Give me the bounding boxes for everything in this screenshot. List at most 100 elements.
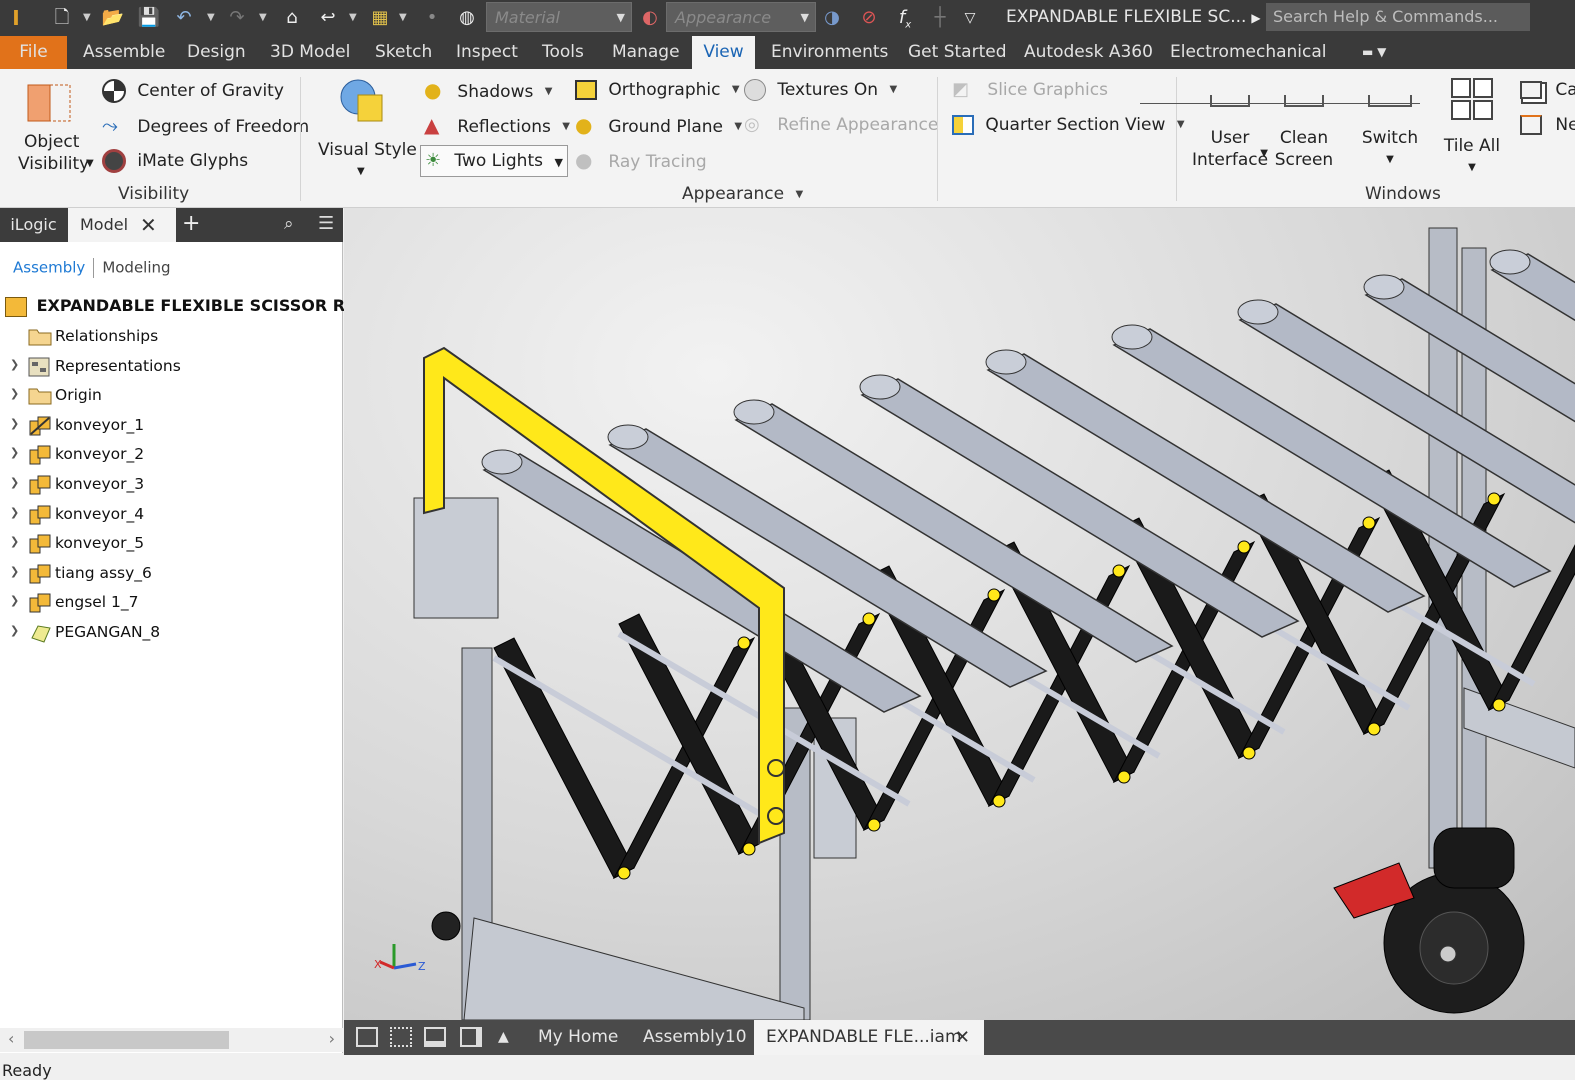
scrollbar-thumb[interactable] bbox=[24, 1031, 229, 1049]
tree-item-label: Origin bbox=[55, 386, 102, 405]
tab-manage[interactable]: Manage bbox=[612, 36, 680, 69]
center-of-gravity-button[interactable]: Center of Gravity bbox=[102, 79, 284, 103]
open-folder-icon[interactable]: 📂 bbox=[101, 6, 125, 30]
ribbon-display-toggle-icon[interactable]: ▬ ▼ bbox=[1362, 36, 1386, 69]
clean-screen-button[interactable]: Clean Screen bbox=[1274, 95, 1334, 177]
chevron-down-icon[interactable]: ▼ bbox=[83, 12, 91, 23]
user-interface-label-2: Interface bbox=[1191, 150, 1269, 170]
assembly-model-render[interactable]: Z X bbox=[344, 208, 1575, 1020]
search-icon[interactable]: ⌕ bbox=[284, 214, 294, 234]
select-priority-icon[interactable]: ▦ bbox=[368, 6, 392, 30]
appearance-ball-icon[interactable]: ◍ bbox=[455, 6, 479, 30]
return-icon[interactable]: ↩ bbox=[316, 6, 340, 30]
save-icon[interactable]: 💾 bbox=[137, 6, 161, 30]
shadows-button[interactable]: ● Shadows ▼ bbox=[424, 79, 552, 103]
expand-chevron-icon[interactable]: ❯ bbox=[10, 565, 19, 578]
adjust-appearance-icon[interactable]: ◑ bbox=[820, 6, 844, 30]
expand-chevron-icon[interactable]: ❯ bbox=[10, 594, 19, 607]
tile-windows-icon[interactable] bbox=[390, 1027, 412, 1047]
tab-view[interactable]: View bbox=[692, 36, 755, 69]
chevron-down-icon[interactable]: ▼ bbox=[349, 12, 357, 23]
expand-chevron-icon[interactable]: ❯ bbox=[10, 624, 19, 637]
tab-ilogic[interactable]: iLogic bbox=[0, 208, 67, 242]
quarter-section-view-button[interactable]: Quarter Section View ▼ bbox=[952, 114, 1185, 136]
undo-icon[interactable]: ↶ bbox=[172, 6, 196, 30]
object-visibility-button[interactable]: Object Visibility ▼ bbox=[14, 77, 94, 181]
tab-file[interactable]: File bbox=[0, 36, 67, 69]
textures-on-button[interactable]: Textures On ▼ bbox=[744, 79, 897, 101]
clear-appearance-icon[interactable]: ⊘ bbox=[857, 6, 881, 30]
imate-glyphs-button[interactable]: iMate Glyphs bbox=[102, 149, 248, 173]
chevron-down-icon[interactable]: ▼ bbox=[259, 12, 267, 23]
visual-style-button[interactable]: Visual Style ▼ bbox=[314, 77, 417, 177]
add-panel-icon[interactable]: + bbox=[182, 211, 200, 236]
orthographic-button[interactable]: Orthographic ▼ bbox=[575, 79, 740, 101]
measure-icon[interactable]: ┼ bbox=[928, 6, 952, 30]
update-icon[interactable]: • bbox=[420, 6, 444, 30]
expand-chevron-icon[interactable]: ❯ bbox=[10, 446, 19, 459]
tab-3d-model[interactable]: 3D Model bbox=[270, 36, 350, 69]
close-icon[interactable]: ✕ bbox=[955, 1020, 970, 1055]
tile-vertical-icon[interactable] bbox=[460, 1027, 482, 1047]
cascade-windows-icon[interactable] bbox=[356, 1027, 378, 1047]
expand-chevron-icon[interactable]: ❯ bbox=[10, 387, 19, 400]
tab-tools[interactable]: Tools bbox=[542, 36, 584, 69]
tab-get-started[interactable]: Get Started bbox=[908, 36, 1006, 69]
chevron-down-icon[interactable]: ▼ bbox=[207, 12, 215, 23]
tile-horizontal-icon[interactable] bbox=[424, 1027, 446, 1047]
material-dropdown[interactable]: Material ▼ bbox=[486, 2, 632, 32]
expand-chevron-icon[interactable]: ❯ bbox=[10, 535, 19, 548]
arrange-up-icon[interactable]: ▲ bbox=[498, 1020, 509, 1055]
expand-chevron-icon[interactable]: ❯ bbox=[10, 417, 19, 430]
chevron-down-icon[interactable]: ▼ bbox=[399, 12, 407, 23]
chevron-down-icon: ▼ bbox=[357, 166, 365, 177]
refine-appearance-button[interactable]: ◎ Refine Appearance bbox=[744, 114, 938, 136]
search-help-input[interactable]: Search Help & Commands... bbox=[1266, 3, 1530, 31]
color-wheel-icon[interactable]: ◐ bbox=[638, 6, 662, 30]
switch-button[interactable]: Switch ▼ bbox=[1358, 95, 1422, 177]
modeling-link[interactable]: Modeling bbox=[102, 259, 170, 277]
tab-autodesk-a360[interactable]: Autodesk A360 bbox=[1024, 36, 1153, 69]
caret-right-icon[interactable]: ▶ bbox=[1244, 6, 1268, 30]
tab-assemble[interactable]: Assemble bbox=[83, 36, 165, 69]
redo-icon[interactable]: ↷ bbox=[225, 6, 249, 30]
ground-plane-button[interactable]: ● Ground Plane ▼ bbox=[575, 114, 742, 138]
tile-all-button[interactable]: Tile All ▼ bbox=[1440, 77, 1504, 177]
customize-qat-icon[interactable]: ▽ bbox=[958, 6, 982, 30]
expand-chevron-icon[interactable]: ❯ bbox=[10, 358, 19, 371]
hamburger-menu-icon[interactable]: ☰ bbox=[318, 213, 334, 234]
parameters-fx-icon[interactable]: fx bbox=[893, 6, 917, 31]
tab-active-document[interactable]: EXPANDABLE FLE...iam ✕ bbox=[754, 1020, 984, 1055]
slice-graphics-button[interactable]: ◩ Slice Graphics bbox=[952, 79, 1108, 101]
chevron-down-icon: ▼ bbox=[554, 156, 563, 169]
app-logo-icon[interactable]: I bbox=[4, 6, 28, 30]
user-interface-button[interactable]: User Interface ▼ bbox=[1190, 95, 1270, 177]
scroll-right-icon[interactable]: › bbox=[329, 1029, 335, 1048]
degrees-of-freedom-button[interactable]: ⤳ Degrees of Freedom bbox=[102, 114, 309, 138]
new-window-button[interactable]: Ne bbox=[1520, 114, 1575, 136]
tab-sketch[interactable]: Sketch bbox=[375, 36, 432, 69]
appearance-group-label[interactable]: Appearance ▼ bbox=[682, 184, 803, 204]
assembly-link[interactable]: Assembly bbox=[13, 259, 85, 277]
tab-design[interactable]: Design bbox=[187, 36, 246, 69]
tab-electromechanical[interactable]: Electromechanical bbox=[1170, 36, 1327, 69]
close-icon[interactable]: ✕ bbox=[140, 208, 160, 242]
tab-inspect[interactable]: Inspect bbox=[456, 36, 518, 69]
tab-assembly10[interactable]: Assembly10 bbox=[643, 1020, 747, 1055]
home-icon[interactable]: ⌂ bbox=[280, 6, 304, 30]
reflections-button[interactable]: ▲ Reflections ▼ bbox=[424, 114, 570, 138]
cascade-button[interactable]: Ca bbox=[1520, 79, 1575, 101]
expand-chevron-icon[interactable]: ❯ bbox=[10, 506, 19, 519]
tab-environments[interactable]: Environments bbox=[771, 36, 888, 69]
scroll-left-icon[interactable]: ‹ bbox=[8, 1029, 14, 1048]
new-file-icon[interactable]: 🗋 bbox=[50, 6, 74, 30]
appearance-dropdown[interactable]: Appearance ▼ bbox=[666, 2, 816, 32]
horizontal-scrollbar[interactable]: ‹ › bbox=[0, 1028, 343, 1052]
lighting-dropdown[interactable]: ☀ Two Lights ▼ bbox=[420, 145, 568, 177]
tree-root[interactable]: EXPANDABLE FLEXIBLE SCISSOR ROLLI bbox=[5, 296, 385, 318]
expand-chevron-icon[interactable]: ❯ bbox=[10, 476, 19, 489]
tab-my-home[interactable]: My Home bbox=[538, 1020, 618, 1055]
3d-viewport[interactable]: Z X bbox=[344, 208, 1575, 1020]
ray-tracing-button[interactable]: ● Ray Tracing bbox=[575, 149, 707, 173]
assembly-icon bbox=[28, 444, 52, 466]
